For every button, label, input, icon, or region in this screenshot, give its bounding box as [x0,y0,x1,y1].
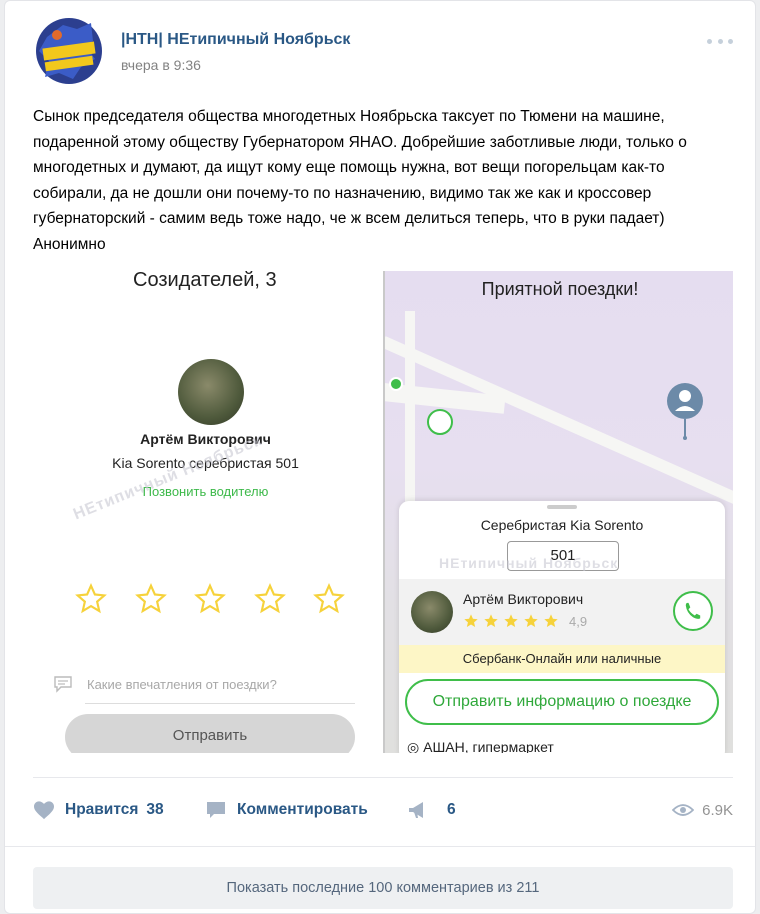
like-label: Нравится [65,801,139,818]
post-card: |НТН| НЕтипичный Ноябрьск вчера в 9:36 С… [4,0,756,914]
divider [33,777,733,778]
comment-button[interactable]: Комментировать [205,793,368,827]
like-count: 38 [146,801,164,818]
phone-icon [673,591,713,631]
trip-card: Серебристая Kia Sorento 501 НЕтипичный Н… [399,501,725,753]
rating-stars [75,583,345,615]
payment-method: Сбербанк-Онлайн или наличные [399,645,725,673]
comment-icon [207,802,225,818]
destination: ◎ АШАН, гипермаркет [407,739,554,753]
divider [5,846,755,847]
comment-label: Комментировать [237,801,368,818]
driver-rating: 4,9 [463,613,587,629]
like-button[interactable]: Нравится 38 [33,793,164,827]
post-actions: Нравится 38 Комментировать 6 6.9K [33,793,733,827]
heart-icon [34,801,54,820]
send-button: Отправить [65,714,355,753]
greeting-title: Приятной поездки! [481,279,639,299]
driver-avatar [411,591,453,633]
more-options-icon[interactable] [707,37,733,45]
driver-row: Артём Викторович 4,9 [399,579,725,645]
destination-pin-icon [667,383,703,440]
photo-left[interactable]: Созидателей, 3 Артём Викторович Kia Sore… [33,271,378,753]
star-icon [194,583,226,614]
driver-avatar [178,359,244,425]
driver-name: Артём Викторович [463,591,584,607]
megaphone-icon [409,802,423,818]
call-driver-link: Позвонить водителю [142,484,269,499]
star-icon [544,614,558,627]
views: 6.9K [672,793,733,827]
star-icon [484,614,498,627]
start-point-icon [389,377,403,391]
comment-placeholder: Какие впечатления от поездки? [87,677,277,692]
star-icon [504,614,518,627]
post-author[interactable]: |НТН| НЕтипичный Ноябрьск [121,31,350,49]
star-icon [464,614,478,627]
share-button[interactable]: 6 [407,793,456,827]
send-trip-info-button: Отправить информацию о поездке [405,679,719,725]
eye-icon [672,804,695,816]
divider [85,703,355,704]
star-icon [134,583,167,614]
show-comments-button[interactable]: Показать последние 100 комментариев из 2… [33,867,733,909]
views-count: 6.9K [702,801,733,819]
photo-right[interactable]: Приятной поездки! Серебристая Kia Sorent… [383,271,733,753]
star-icon [313,583,345,614]
share-count: 6 [447,801,456,818]
comment-icon [54,676,72,693]
map-road [405,311,415,531]
star-icon [524,614,538,627]
address-title: Созидателей, 3 [133,271,277,291]
star-icon [75,583,107,614]
group-avatar[interactable] [33,15,105,87]
car-info: Серебристая Kia Sorento [480,517,644,533]
post-time[interactable]: вчера в 9:36 [121,57,201,73]
watermark: НЕтипичный Ноябрьск [439,555,619,571]
post-text: Сынок председателя общества многодетных … [33,108,687,253]
rating-value: 4,9 [569,613,588,629]
car-icon [427,409,453,435]
star-icon [253,583,286,614]
driver-name: Артём Викторович [140,431,271,447]
drag-handle [547,505,577,509]
destination-label: АШАН, гипермаркет [423,739,554,753]
post-attachment[interactable]: Созидателей, 3 Артём Викторович Kia Sore… [33,271,733,753]
